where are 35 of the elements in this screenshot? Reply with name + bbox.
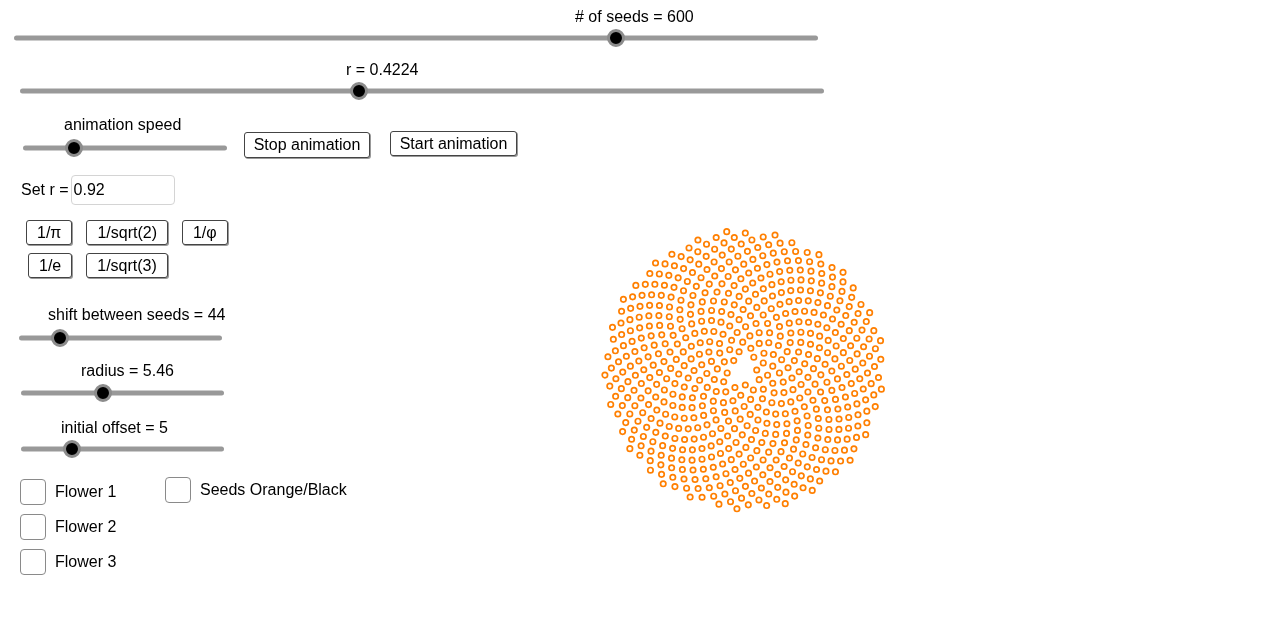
checkbox[interactable] [20,514,46,540]
slider-label: r = 0.4224 [346,61,419,79]
slider-label: shift between seeds = 44 [48,306,226,324]
slider-thumb[interactable] [65,139,83,157]
slider-thumb[interactable] [350,82,369,100]
constant-button[interactable]: 1/π [26,220,73,245]
checkbox-label: Seeds Orange/Black [200,481,347,499]
slider-thumb[interactable] [94,384,112,402]
slider-track[interactable] [21,440,224,458]
slider-label: radius = 5.46 [81,362,174,380]
constant-button[interactable]: 1/e [28,253,73,278]
checkbox[interactable] [165,477,191,503]
slider-track[interactable] [14,29,818,47]
slider-track[interactable] [21,384,224,402]
stop-animation-button[interactable]: Stop animation [244,132,370,158]
slider-label: # of seeds = 600 [575,8,694,26]
r-input-field[interactable]: 0.92 [70,175,175,205]
constant-button[interactable]: 1/sqrt(3) [86,253,168,278]
checkbox-label: Flower 3 [55,553,117,571]
constant-button[interactable]: 1/sqrt(2) [86,220,168,245]
checkbox[interactable] [20,549,46,575]
slider-track[interactable] [23,139,227,157]
slider-thumb[interactable] [607,29,626,47]
slider-label: initial offset = 5 [61,419,168,437]
start-animation-button[interactable]: Start animation [390,131,517,156]
slider-track[interactable] [19,329,222,347]
constant-button[interactable]: 1/φ [181,220,228,245]
slider-thumb[interactable] [62,440,81,458]
checkbox[interactable] [20,479,46,505]
slider-label: animation speed [64,116,182,134]
set-r-label: Set r = [21,180,69,200]
checkbox-label: Flower 2 [55,518,117,536]
slider-thumb[interactable] [50,329,69,347]
checkbox-label: Flower 1 [55,483,117,501]
slider-track[interactable] [20,82,824,100]
